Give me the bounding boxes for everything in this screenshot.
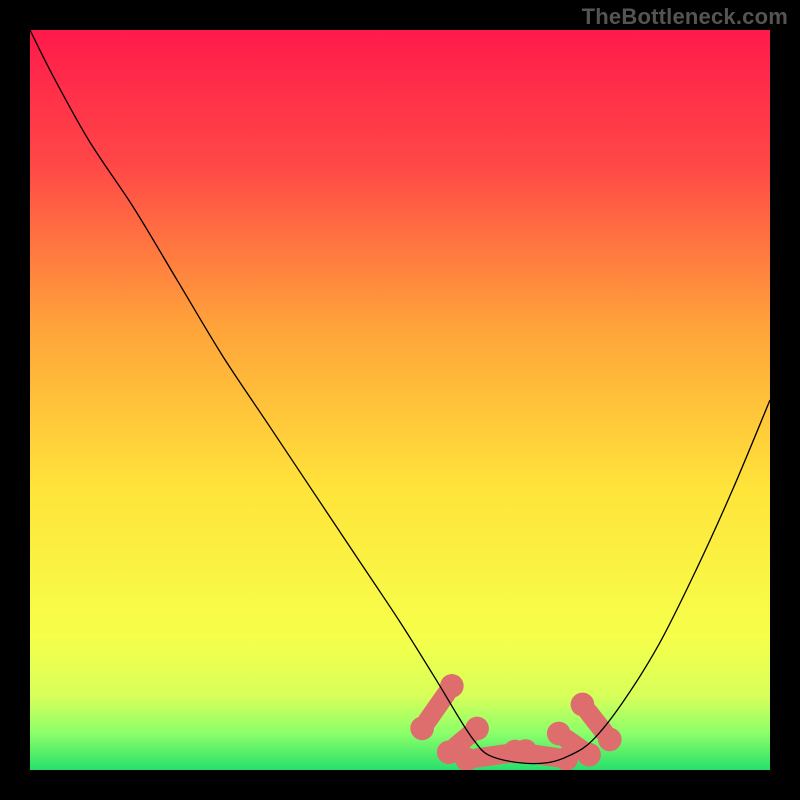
chart-background bbox=[30, 30, 770, 770]
chart-frame: TheBottleneck.com bbox=[0, 0, 800, 800]
chart-plot-area bbox=[30, 30, 770, 770]
chart-svg bbox=[30, 30, 770, 770]
watermark-text: TheBottleneck.com bbox=[582, 4, 788, 30]
